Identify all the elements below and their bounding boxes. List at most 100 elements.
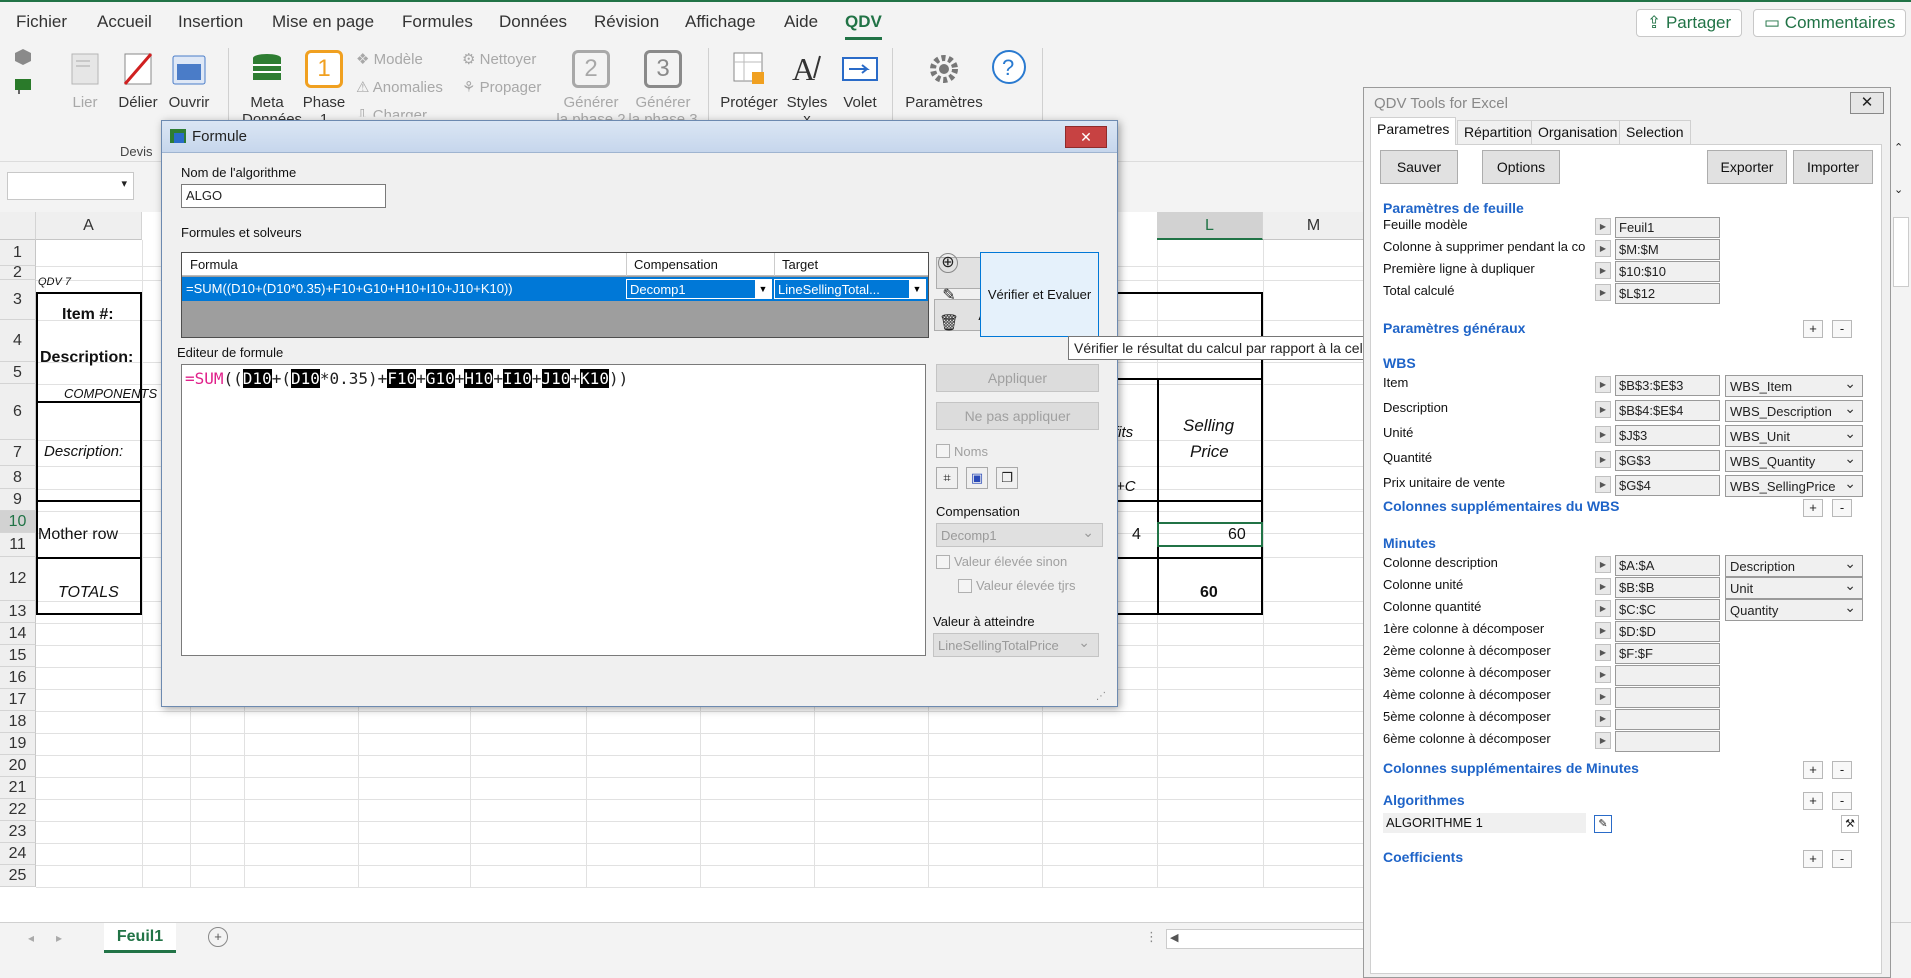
pane-row-value[interactable]: $C:$C (1615, 599, 1720, 620)
cell-l12[interactable]: 60 (1200, 584, 1218, 602)
pane-row-value[interactable]: $J$3 (1615, 425, 1720, 446)
expand-arrow-icon[interactable]: ▶ (1595, 476, 1611, 493)
row-header-10[interactable]: 10 (0, 511, 36, 533)
menu-affichage[interactable]: Affichage (685, 12, 756, 32)
high-always-checkbox[interactable] (958, 579, 972, 593)
pane-row-value[interactable] (1615, 731, 1720, 752)
vertical-scrollbar[interactable]: ⌃ ⌄ (1891, 87, 1911, 922)
pane-row-dropdown[interactable]: WBS_Item (1725, 375, 1863, 397)
row-header-21[interactable]: 21 (0, 777, 36, 799)
tab-parametres[interactable]: Parametres (1370, 117, 1457, 145)
pane-row-value[interactable]: $B$3:$E$3 (1615, 375, 1720, 396)
sheet-tab-feuil1[interactable]: Feuil1 (104, 923, 176, 953)
sheet-params-heading[interactable]: Paramètres de feuille (1383, 200, 1524, 216)
expand-arrow-icon[interactable]: ▶ (1595, 688, 1611, 705)
name-box[interactable]: ▾ (7, 172, 134, 200)
dialog-title-bar[interactable]: Formule ✕ (162, 121, 1117, 153)
delier-button[interactable]: Délier (114, 50, 162, 111)
wbs-extra-heading[interactable]: Colonnes supplémentaires du WBS (1383, 498, 1619, 514)
pane-row-value[interactable]: $M:$M (1615, 239, 1720, 260)
menu-accueil[interactable]: Accueil (97, 12, 152, 32)
pane-row-value[interactable]: $F:$F (1615, 643, 1720, 664)
not-apply-button[interactable]: Ne pas appliquer (936, 402, 1099, 430)
row-header-23[interactable]: 23 (0, 821, 36, 843)
algorithms-add-button[interactable]: + (1803, 792, 1823, 810)
expand-arrow-icon[interactable]: ▶ (1595, 666, 1611, 683)
next-sheet-icon[interactable]: ▸ (56, 931, 62, 945)
pane-row-value[interactable] (1615, 665, 1720, 686)
row-header-24[interactable]: 24 (0, 843, 36, 865)
pane-row-value[interactable]: $B$4:$E$4 (1615, 400, 1720, 421)
algorithm-item[interactable]: ALGORITHME 1 (1383, 813, 1586, 833)
volet-button[interactable]: Volet (836, 50, 884, 111)
header-compensation[interactable]: Compensation (634, 257, 718, 272)
expand-arrow-icon[interactable]: ▶ (1595, 426, 1611, 443)
verify-evaluate-button[interactable]: Vérifier et Evaluer (980, 252, 1099, 337)
scroll-thumb[interactable] (1893, 217, 1909, 287)
add-formula-icon[interactable]: ⊕ (938, 253, 958, 273)
generer-phase2-button[interactable]: 2 Générerla phase 2 (556, 50, 626, 128)
wbs-extra-add-button[interactable]: + (1803, 499, 1823, 517)
general-add-button[interactable]: + (1803, 320, 1823, 338)
tab-repartition[interactable]: Répartition (1457, 120, 1539, 144)
target-cell[interactable]: LineSellingTotal... ▼ (774, 279, 926, 299)
row-header-2[interactable]: 2 (0, 265, 36, 281)
delete-formula-icon[interactable]: 🗑 (938, 313, 960, 335)
resize-grip-icon[interactable]: ⋰ (1096, 691, 1106, 702)
formula-row-formula[interactable]: =SUM((D10+(D10*0.35)+F10+G10+H10+I10+J10… (186, 281, 513, 296)
pane-row-value[interactable]: $L$12 (1615, 283, 1720, 304)
horizontal-scrollbar[interactable]: ◀ (1166, 929, 1366, 949)
row-header-16[interactable]: 16 (0, 667, 36, 689)
modele-button[interactable]: ❖ Modèle (356, 50, 423, 68)
pane-row-value[interactable] (1615, 687, 1720, 708)
pane-save-button[interactable]: Sauver (1380, 150, 1458, 184)
coefficients-remove-button[interactable]: - (1832, 850, 1852, 868)
row-header-1[interactable]: 1 (0, 240, 36, 266)
scroll-up-icon[interactable]: ⌃ (1894, 141, 1903, 154)
general-params-heading[interactable]: Paramètres généraux (1383, 320, 1525, 336)
expand-arrow-icon[interactable]: ▶ (1595, 600, 1611, 617)
expand-arrow-icon[interactable]: ▶ (1595, 262, 1611, 279)
dialog-close-button[interactable]: ✕ (1065, 126, 1107, 148)
cell-l10[interactable]: 60 (1228, 526, 1246, 544)
menu-revision[interactable]: Révision (594, 12, 659, 32)
formula-editor[interactable]: =SUM((D10+(D10*0.35)+F10+G10+H10+I10+J10… (181, 364, 926, 656)
parametres-button[interactable]: Paramètres (900, 50, 988, 111)
row-header-11[interactable]: 11 (0, 533, 36, 557)
wrench-icon[interactable]: ⚒ (1841, 815, 1859, 833)
header-formula[interactable]: Formula (190, 257, 238, 272)
lier-button[interactable]: Lier (62, 50, 108, 111)
row-header-22[interactable]: 22 (0, 799, 36, 821)
row-header-5[interactable]: 5 (0, 362, 36, 384)
row-header-19[interactable]: 19 (0, 733, 36, 755)
copy-icon[interactable]: ▣ (966, 467, 988, 489)
expand-arrow-icon[interactable]: ▶ (1595, 644, 1611, 661)
pane-row-dropdown[interactable]: WBS_Description (1725, 400, 1863, 422)
splitter-handle-icon[interactable]: ⋮ (1145, 929, 1158, 945)
menu-donnees[interactable]: Données (499, 12, 567, 32)
apply-button[interactable]: Appliquer (936, 364, 1099, 392)
anomalies-button[interactable]: ⚠ Anomalies (356, 78, 443, 96)
styles-button[interactable]: A Stylesx (782, 50, 832, 128)
general-remove-button[interactable]: - (1832, 320, 1852, 338)
compensation-cell[interactable]: Decomp1 ▼ (626, 279, 772, 299)
expand-arrow-icon[interactable]: ▶ (1595, 556, 1611, 573)
pane-row-value[interactable]: $G$4 (1615, 475, 1720, 496)
pane-row-value[interactable]: $D:$D (1615, 621, 1720, 642)
minutes-extra-heading[interactable]: Colonnes supplémentaires de Minutes (1383, 760, 1639, 776)
pane-row-dropdown[interactable]: WBS_SellingPrice (1725, 475, 1863, 497)
algorithms-heading[interactable]: Algorithmes (1383, 792, 1465, 808)
help-button[interactable]: ? (988, 48, 1030, 92)
pane-close-button[interactable]: ✕ (1850, 92, 1884, 114)
scroll-left-icon[interactable]: ◀ (1170, 931, 1178, 944)
row-header-20[interactable]: 20 (0, 755, 36, 777)
tab-selection[interactable]: Selection (1619, 120, 1691, 144)
coefficients-heading[interactable]: Coefficients (1383, 849, 1463, 865)
minutes-extra-add-button[interactable]: + (1803, 761, 1823, 779)
algorithms-remove-button[interactable]: - (1832, 792, 1852, 810)
column-header-l[interactable]: L (1157, 212, 1263, 240)
expand-arrow-icon[interactable]: ▶ (1595, 710, 1611, 727)
pane-row-value[interactable]: $10:$10 (1615, 261, 1720, 282)
row-header-14[interactable]: 14 (0, 623, 36, 645)
row-header-4[interactable]: 4 (0, 320, 36, 362)
